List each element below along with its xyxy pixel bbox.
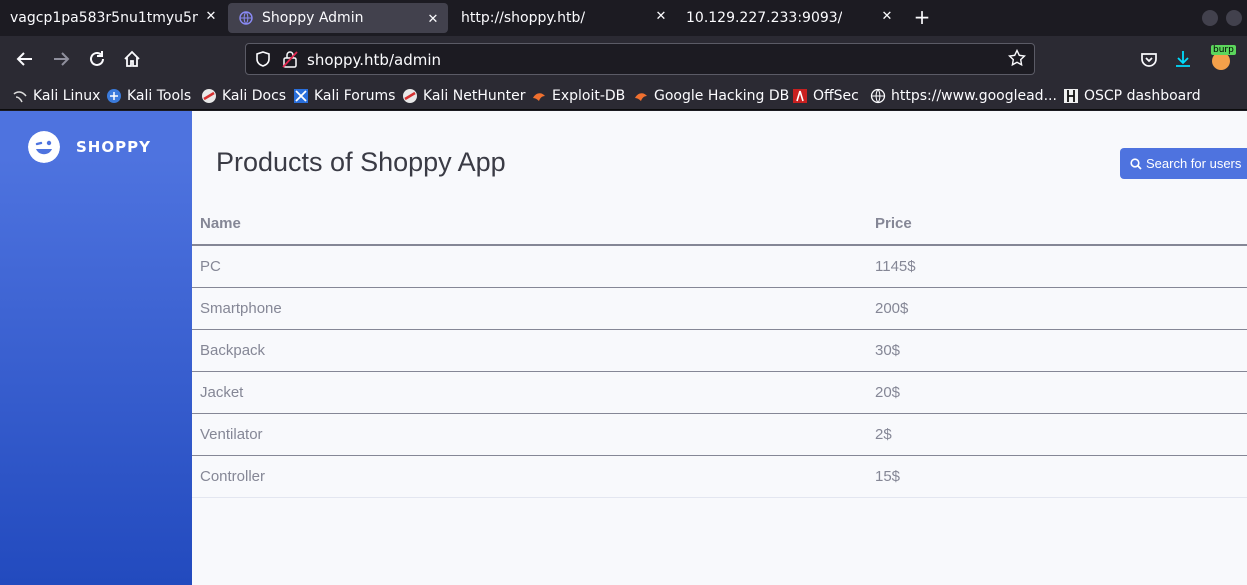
- kali-dragon-icon: [13, 91, 27, 103]
- column-header-price: Price: [867, 203, 1247, 246]
- globe-icon: [870, 88, 886, 104]
- products-table: Name Price PC 1145$ Smartphone 200$ Back…: [192, 203, 1247, 498]
- search-button-label: Search for users: [1146, 156, 1242, 171]
- ghdb-icon: [635, 93, 647, 101]
- bookmark-label: Kali Tools: [127, 88, 192, 104]
- close-icon[interactable]: ✕: [204, 10, 218, 24]
- product-name: Backpack: [192, 328, 867, 371]
- shield-icon[interactable]: [254, 50, 272, 68]
- url-bar[interactable]: shoppy.htb/admin: [245, 43, 1035, 75]
- bookmark-label: Kali Forums: [314, 88, 396, 104]
- tab-title: vagcp1pa583r5nu1tmyu5mkl: [10, 10, 198, 26]
- kali-forums-icon: [294, 89, 308, 103]
- product-price: 20$: [867, 370, 1247, 413]
- bookmark-label: Kali Docs: [222, 88, 287, 104]
- search-icon: [1130, 157, 1142, 170]
- product-name: Controller: [192, 454, 867, 498]
- minimize-button[interactable]: [1202, 10, 1218, 26]
- column-header-name: Name: [192, 203, 867, 246]
- sidebar: SHOPPY: [0, 111, 192, 585]
- product-price: 2$: [867, 412, 1247, 455]
- product-name: Smartphone: [192, 286, 867, 329]
- product-name: Jacket: [192, 370, 867, 413]
- wink-face-icon: [28, 131, 60, 163]
- url-text[interactable]: shoppy.htb/admin: [307, 51, 441, 69]
- bookmark-label: Kali NetHunter: [423, 88, 526, 104]
- kali-tools-icon: [107, 89, 121, 103]
- bookmark-exploit-db[interactable]: Exploit-DB: [531, 86, 625, 106]
- close-icon[interactable]: ✕: [880, 10, 894, 24]
- oscp-icon: [1064, 89, 1078, 103]
- close-icon[interactable]: ✕: [426, 13, 440, 27]
- tab-title: 10.129.227.233:9093/: [686, 10, 843, 26]
- tab-1[interactable]: vagcp1pa583r5nu1tmyu5mkl ✕: [0, 0, 226, 36]
- bookmark-label: Google Hacking DB: [654, 88, 790, 104]
- close-icon[interactable]: ✕: [654, 10, 668, 24]
- bookmark-offsec[interactable]: OffSec: [792, 86, 859, 106]
- kali-docs-icon: [202, 89, 216, 103]
- product-price: 1145$: [867, 244, 1247, 287]
- kali-nethunter-icon: [403, 89, 417, 103]
- bookmark-label: Kali Linux: [33, 88, 101, 104]
- bookmark-oscp-dashboard[interactable]: OSCP dashboard: [1063, 86, 1201, 106]
- table-row: Ventilator 2$: [192, 412, 1247, 455]
- tab-title: Shoppy Admin: [262, 10, 364, 26]
- back-arrow-icon[interactable]: [14, 48, 36, 70]
- bookmark-kali-forums[interactable]: Kali Forums: [293, 86, 395, 106]
- tab-title: http://shoppy.htb/: [461, 10, 586, 26]
- table-row: Jacket 20$: [192, 370, 1247, 413]
- product-name: PC: [192, 244, 867, 287]
- brand-name: SHOPPY: [76, 138, 151, 156]
- globe-icon: [239, 11, 253, 25]
- table-row: Controller 15$: [192, 454, 1247, 498]
- tab-2[interactable]: Shoppy Admin ✕: [228, 3, 448, 33]
- bookmark-label: OSCP dashboard: [1084, 88, 1201, 104]
- tab-3[interactable]: http://shoppy.htb/ ✕: [450, 0, 676, 36]
- download-icon[interactable]: [1172, 48, 1194, 70]
- product-price: 200$: [867, 286, 1247, 329]
- pocket-icon[interactable]: [1138, 48, 1160, 70]
- bookmark-google-hacking-db[interactable]: Google Hacking DB: [633, 86, 789, 106]
- bookmark-label: https://www.googlead...: [891, 88, 1057, 104]
- product-name: Ventilator: [192, 412, 867, 455]
- exploit-db-icon: [533, 93, 545, 101]
- bookmarks-toolbar: Kali Linux Kali Tools Kali Docs Kali For…: [0, 82, 1247, 110]
- bookmark-kali-nethunter[interactable]: Kali NetHunter: [402, 86, 525, 106]
- search-users-button[interactable]: Search for users: [1120, 148, 1247, 179]
- nav-bar: shoppy.htb/admin burp: [0, 36, 1247, 82]
- table-row: Backpack 30$: [192, 328, 1247, 371]
- bookmark-googlead[interactable]: https://www.googlead...: [870, 86, 1057, 106]
- bookmark-kali-tools[interactable]: Kali Tools: [106, 86, 191, 106]
- bookmark-label: Exploit-DB: [552, 88, 626, 104]
- main-content: Products of Shoppy App Search for users …: [192, 111, 1247, 585]
- reload-icon[interactable]: [86, 48, 108, 70]
- burp-extension-button[interactable]: burp: [1208, 45, 1236, 72]
- table-row: PC 1145$: [192, 244, 1247, 287]
- tab-bar: vagcp1pa583r5nu1tmyu5mkl ✕ Shoppy Admin …: [0, 0, 1247, 36]
- home-icon[interactable]: [121, 48, 143, 70]
- table-header-row: Name Price: [192, 203, 1247, 246]
- tab-4[interactable]: 10.129.227.233:9093/ ✕: [676, 0, 902, 36]
- forward-arrow-icon[interactable]: [50, 48, 72, 70]
- bookmark-label: OffSec: [813, 88, 859, 104]
- page-title: Products of Shoppy App: [216, 147, 506, 177]
- bookmark-kali-docs[interactable]: Kali Docs: [201, 86, 286, 106]
- bookmark-kali-linux[interactable]: Kali Linux: [12, 86, 100, 106]
- table-row: Smartphone 200$: [192, 286, 1247, 329]
- new-tab-button[interactable]: +: [912, 7, 932, 28]
- product-price: 30$: [867, 328, 1247, 371]
- bookmark-star-icon[interactable]: [1008, 49, 1026, 67]
- maximize-button[interactable]: [1226, 10, 1242, 26]
- offsec-icon: [793, 89, 807, 103]
- burp-badge: burp: [1211, 45, 1236, 55]
- insecure-lock-icon[interactable]: [282, 50, 298, 68]
- brand-link[interactable]: SHOPPY: [28, 131, 151, 163]
- product-price: 15$: [867, 454, 1247, 498]
